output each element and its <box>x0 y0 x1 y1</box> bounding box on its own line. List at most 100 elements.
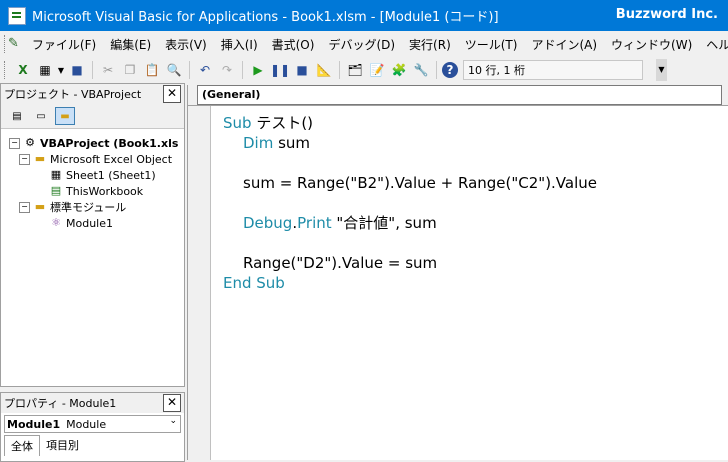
menu-view[interactable]: 表示(V) <box>158 36 214 53</box>
redo-icon[interactable]: ↷ <box>217 60 237 80</box>
reset-icon[interactable]: ■ <box>292 60 312 80</box>
properties-header: プロパティ - Module1 ✕ <box>1 393 184 413</box>
close-icon[interactable]: ✕ <box>163 85 181 103</box>
toolbar-overflow-button[interactable]: ▼ <box>656 59 667 81</box>
code-text: "合計値", sum <box>331 214 437 232</box>
run-icon[interactable]: ▶ <box>248 60 268 80</box>
keyword: Dim <box>243 134 274 152</box>
paste-icon[interactable]: 📋 <box>142 60 162 80</box>
code-line: Range("D2").Value = sum <box>223 253 597 273</box>
menubar-grip[interactable] <box>4 35 5 53</box>
help-icon[interactable]: ? <box>442 62 458 78</box>
window-title: Microsoft Visual Basic for Applications … <box>32 10 499 25</box>
tree-label: VBAProject (Book1.xls <box>40 136 179 150</box>
find-icon[interactable]: 🔍 <box>164 60 184 80</box>
vba-app-icon <box>8 6 26 25</box>
project-tree: − ⚙ VBAProject (Book1.xls − ▬ Microsoft … <box>1 129 184 385</box>
object-combo[interactable]: (General) <box>197 85 722 105</box>
menu-debug[interactable]: デバッグ(D) <box>321 36 402 53</box>
undo-icon[interactable]: ↶ <box>195 60 215 80</box>
code-margin-bar[interactable] <box>188 106 211 460</box>
tab-categorized[interactable]: 項目別 <box>40 435 85 456</box>
code-text: sum = Range("B2").Value + Range("C2").Va… <box>243 174 598 192</box>
code-line: sum = Range("B2").Value + Range("C2").Va… <box>223 173 597 193</box>
project-explorer-toolbar: ▤ ▭ ▬ <box>1 104 184 129</box>
menu-bar: ✎ ファイル(F) 編集(E) 表示(V) 挿入(I) 書式(O) デバッグ(D… <box>0 31 728 57</box>
toggle-folders-icon[interactable]: ▬ <box>55 107 75 125</box>
folder-icon: ▬ <box>34 200 46 213</box>
toolbar-separator <box>436 61 437 79</box>
menu-format[interactable]: 書式(O) <box>265 36 322 53</box>
view-object-icon[interactable]: ▭ <box>31 107 51 125</box>
save-icon[interactable]: ■ <box>67 60 87 80</box>
insert-userform-icon[interactable]: ▦ <box>35 60 55 80</box>
tree-item-thisworkbook[interactable]: ▤ ThisWorkbook <box>49 183 143 199</box>
vbaproject-icon: ⚙ <box>25 136 35 149</box>
properties-tabs: 全体 項目別 <box>4 435 184 456</box>
cut-icon[interactable]: ✂ <box>98 60 118 80</box>
toolbar-separator <box>242 61 243 79</box>
tree-item-vbaproject[interactable]: − ⚙ VBAProject (Book1.xls <box>9 135 178 151</box>
code-text: sum <box>273 134 311 152</box>
code-editor[interactable]: Sub テスト() Dim sum sum = Range("B2").Valu… <box>223 113 597 293</box>
workbook-icon: ▤ <box>50 184 62 197</box>
menu-edit[interactable]: 編集(E) <box>103 36 158 53</box>
tree-label: ThisWorkbook <box>66 184 144 198</box>
tree-label: Microsoft Excel Object <box>50 152 173 166</box>
tab-alphabetic[interactable]: 全体 <box>4 435 40 456</box>
menu-help[interactable]: ヘルプ(H) <box>699 36 728 53</box>
project-explorer-pane: プロジェクト - VBAProject ✕ ▤ ▭ ▬ − ⚙ VBAProje… <box>0 83 185 387</box>
collapse-icon[interactable]: − <box>9 137 20 149</box>
vba-menu-icon[interactable]: ✎ <box>8 36 19 52</box>
project-explorer-title: プロジェクト - VBAProject <box>4 88 142 101</box>
select-object-type: Module <box>66 417 107 431</box>
toolbar-grip[interactable] <box>4 61 8 79</box>
tree-item-module1[interactable]: ⚛ Module1 <box>49 215 113 231</box>
title-bar: Microsoft Visual Basic for Applications … <box>0 0 728 31</box>
code-line: Dim sum <box>223 133 597 153</box>
code-line: End Sub <box>223 273 597 293</box>
keyword: Print <box>297 214 332 232</box>
close-icon[interactable]: ✕ <box>163 394 181 412</box>
collapse-icon[interactable]: − <box>19 201 30 213</box>
chevron-down-icon[interactable]: ⌄ <box>169 416 177 426</box>
menu-tools[interactable]: ツール(T) <box>458 36 525 53</box>
project-explorer-icon[interactable]: 🗂 <box>345 60 365 80</box>
select-object-name: Module1 <box>7 417 61 431</box>
toolbar-separator <box>92 61 93 79</box>
menu-insert[interactable]: 挿入(I) <box>214 36 265 53</box>
brand-label: Buzzword Inc. <box>615 7 718 22</box>
properties-icon[interactable]: 📝 <box>367 60 387 80</box>
tree-item-modules-folder[interactable]: − ▬ 標準モジュール <box>19 199 126 215</box>
folder-icon: ▬ <box>34 152 46 165</box>
break-icon[interactable]: ❚❚ <box>270 60 290 80</box>
object-browser-icon[interactable]: 🧩 <box>389 60 409 80</box>
code-text: Range("D2").Value = sum <box>243 254 438 272</box>
collapse-icon[interactable]: − <box>19 153 30 165</box>
code-window: (General) Sub テスト() Dim sum sum = Range(… <box>187 85 728 460</box>
code-window-header: (General) <box>188 85 728 106</box>
code-line: Sub テスト() <box>223 113 597 133</box>
design-mode-icon[interactable]: 📐 <box>314 60 334 80</box>
menu-window[interactable]: ウィンドウ(W) <box>604 36 699 53</box>
copy-icon[interactable]: ❐ <box>120 60 140 80</box>
toolbox-icon[interactable]: 🔧 <box>411 60 431 80</box>
excel-icon[interactable]: X <box>13 60 33 80</box>
sheet-icon: ▦ <box>50 168 62 181</box>
menu-run[interactable]: 実行(R) <box>402 36 458 53</box>
menu-addins[interactable]: アドイン(A) <box>524 36 604 53</box>
cursor-position-status: 10 行, 1 桁 <box>463 60 643 80</box>
menu-file[interactable]: ファイル(F) <box>25 36 103 53</box>
view-code-icon[interactable]: ▤ <box>7 107 27 125</box>
tree-item-excel-objects[interactable]: − ▬ Microsoft Excel Object <box>19 151 172 167</box>
module-icon: ⚛ <box>51 216 61 229</box>
keyword: Debug <box>243 214 293 232</box>
code-text: テスト() <box>251 114 314 132</box>
properties-title: プロパティ - Module1 <box>4 397 117 410</box>
tree-item-sheet1[interactable]: ▦ Sheet1 (Sheet1) <box>49 167 156 183</box>
toolbar-separator <box>339 61 340 79</box>
properties-object-select[interactable]: Module1 Module ⌄ <box>4 415 181 433</box>
chevron-down-icon[interactable]: ▼ <box>57 60 65 80</box>
